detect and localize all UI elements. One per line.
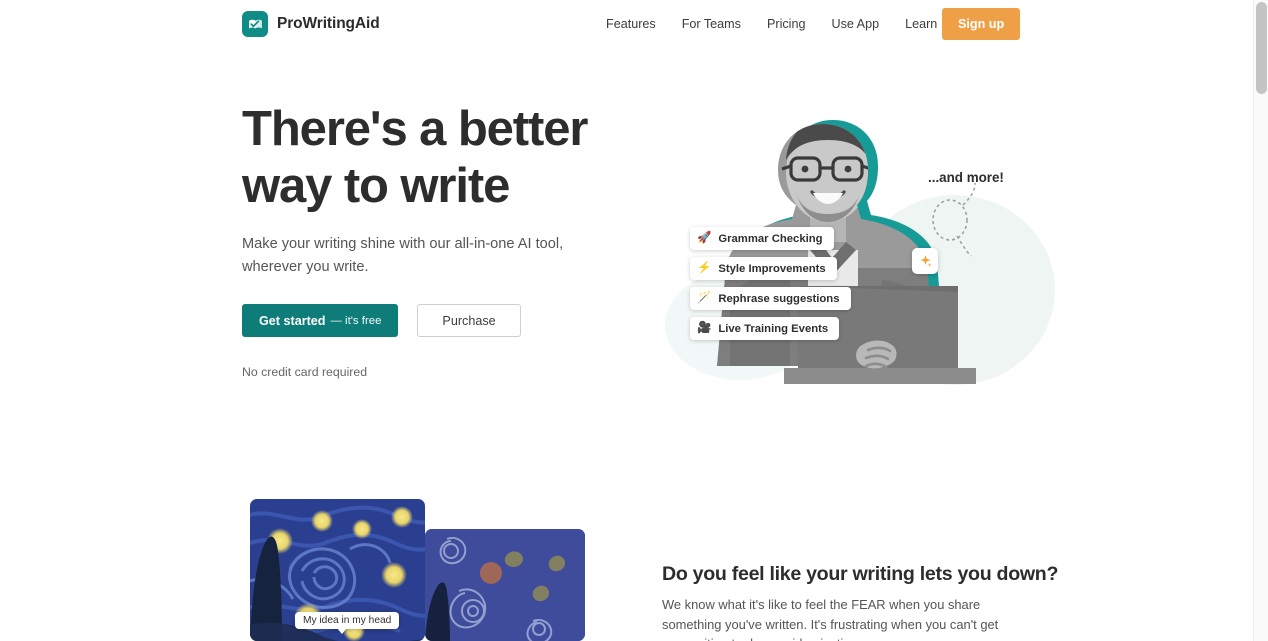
feature-badge-rephrase-suggestions: 🪄 Rephrase suggestions: [690, 287, 851, 310]
nav-item-use-app[interactable]: Use App: [818, 0, 892, 48]
purchase-button[interactable]: Purchase: [417, 304, 521, 337]
lightning-icon: ⚡: [697, 261, 712, 274]
get-started-label: Get started: [259, 313, 326, 328]
sign-up-button[interactable]: Sign up: [942, 8, 1021, 40]
hero-illustration: ...and more! 🚀 Grammar Checking ⚡ Style …: [660, 100, 1060, 390]
scrollbar-thumb[interactable]: [1256, 2, 1267, 94]
feature-badge-live-training-events: 🎥 Live Training Events: [690, 317, 840, 340]
magic-wand-icon: 🪄: [697, 291, 712, 304]
book-check-logo-icon: [242, 11, 268, 37]
section-title: Do you feel like your writing lets you d…: [662, 563, 1059, 585]
feature-badge-label: Style Improvements: [718, 262, 826, 275]
hero-title-line-2: way to write: [242, 159, 510, 213]
idea-in-my-head-label: My idea in my head: [295, 612, 400, 634]
section-body-text: We know what it's like to feel the FEAR …: [662, 597, 999, 641]
feature-badge-label: Rephrase suggestions: [718, 292, 840, 305]
brand-logo-link[interactable]: ProWritingAid: [242, 11, 380, 37]
simplified-sketch-version: [425, 529, 585, 641]
no-credit-card-note: No credit card required: [242, 365, 368, 379]
feature-badge-grammar-checking: 🚀 Grammar Checking: [690, 227, 834, 250]
rocket-icon: 🚀: [697, 231, 712, 244]
feature-badge-label: Live Training Events: [718, 322, 829, 335]
hero-subtitle: Make your writing shine with our all-in-…: [242, 236, 564, 275]
landing-page: ProWritingAid Features For Teams Pricing…: [0, 0, 1268, 641]
nav-item-for-teams[interactable]: For Teams: [669, 0, 754, 48]
brand-name: ProWritingAid: [277, 15, 380, 32]
nav-item-pricing[interactable]: Pricing: [754, 0, 819, 48]
get-started-button[interactable]: Get started — it's free: [242, 304, 399, 337]
site-header: ProWritingAid Features For Teams Pricing…: [0, 0, 1253, 48]
get-started-suffix: — it's free: [330, 314, 382, 327]
and-more-label: ...and more!: [928, 170, 1004, 185]
page-scrollbar[interactable]: [1253, 0, 1268, 641]
sparkles-icon: [912, 248, 938, 274]
feature-badge-list: 🚀 Grammar Checking ⚡ Style Improvements …: [690, 227, 851, 340]
hero-title-line-1: There's a better: [242, 102, 588, 156]
nav-item-features[interactable]: Features: [600, 0, 669, 48]
movie-camera-icon: 🎥: [697, 321, 712, 334]
feature-badge-label: Grammar Checking: [718, 232, 823, 245]
page-title: There's a better way to write: [242, 101, 662, 215]
feature-badge-style-improvements: ⚡ Style Improvements: [690, 257, 837, 280]
hero-actions: Get started — it's free Purchase: [242, 304, 521, 337]
